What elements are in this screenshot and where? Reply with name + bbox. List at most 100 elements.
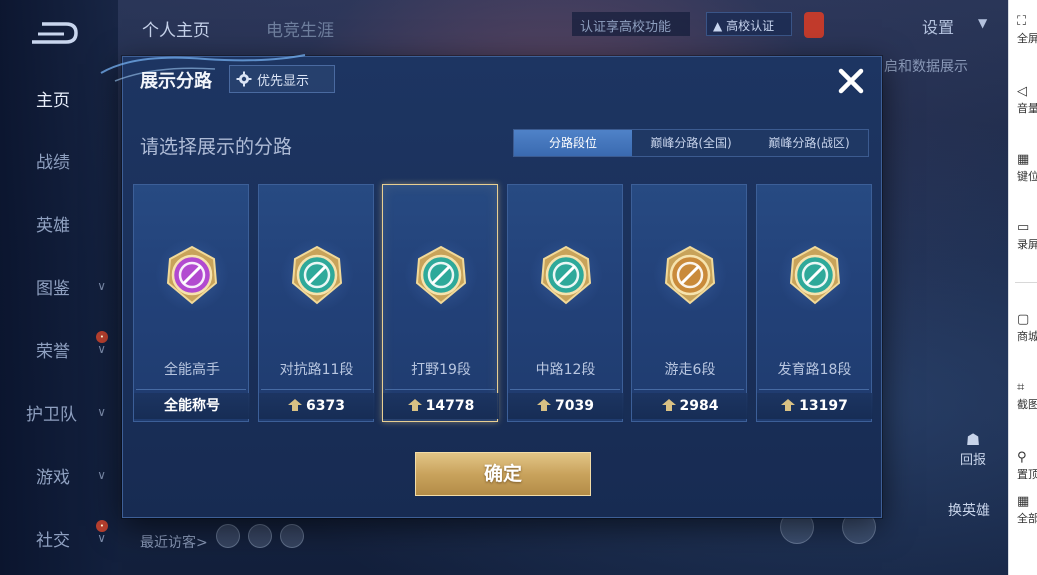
nav-item-heroes[interactable]: 英雄 xyxy=(0,203,118,243)
nav-label: 护卫队 xyxy=(26,404,77,425)
nav-label: 主页 xyxy=(36,90,70,111)
lane-name: 发育路18段 xyxy=(777,362,852,378)
lane-card-list: 全能高手 全能称号 对抗路11段 6373 打野19段 14778 中路12段 7039 游走6… xyxy=(133,184,873,422)
report-button[interactable]: ☗ 回报 xyxy=(958,430,988,470)
fullscreen-icon: ⛶ xyxy=(1017,14,1027,29)
lane-name: 游走6段 xyxy=(664,362,716,378)
sidebar-item-record[interactable]: ▭ 录屏 xyxy=(1017,220,1037,252)
sidebar-item-fullscreen[interactable]: ⛶ 全屏 xyxy=(1017,14,1037,46)
nav-label: 游戏 xyxy=(36,467,70,488)
campus-badge-label: 高校认证 xyxy=(726,19,775,33)
lane-points: 14778 xyxy=(383,393,499,419)
confirm-button[interactable]: 确定 xyxy=(415,452,591,496)
priority-display-label: 优先显示 xyxy=(257,73,310,89)
report-icon: ☗ xyxy=(965,430,981,449)
chevron-down-icon: ∨ xyxy=(97,531,106,545)
sidebar-label: 置顶 xyxy=(1017,468,1037,481)
new-badge: • xyxy=(96,520,108,532)
card-divider xyxy=(136,389,246,390)
lane-display-dialog: 展示分路 优先显示 请选择展示的分路 分路段位 巅峰分路(全国) 巅峰分路(战区… xyxy=(100,54,882,518)
all-round-emblem-icon xyxy=(166,245,218,305)
lane-type-segmented-control: 分路段位 巅峰分路(全国) 巅峰分路(战区) xyxy=(513,129,869,157)
tab-peak-lane-national[interactable]: 巅峰分路(全国) xyxy=(632,130,750,156)
points-value: 7039 xyxy=(555,398,594,414)
lane-card[interactable]: 全能高手 全能称号 xyxy=(133,184,250,422)
background-hint: 启和数据展示 xyxy=(884,59,968,75)
top-bar: 个人主页 电竞生涯 xyxy=(118,0,1008,52)
points-value: 2984 xyxy=(679,398,719,414)
keyboard-icon: ▦ xyxy=(1017,152,1030,167)
campus-icon: ▲ xyxy=(713,19,723,33)
sidebar-label: 截图 xyxy=(1017,398,1037,411)
visitor-avatar[interactable] xyxy=(248,524,272,548)
sidebar-item-screenshot[interactable]: ⌗ 截图 xyxy=(1017,380,1037,412)
campus-verify-button[interactable]: ▲ 高校认证 xyxy=(706,12,792,36)
sidebar-item-store[interactable]: ▢ 商城 xyxy=(1017,312,1037,344)
mid-lane-emblem-icon xyxy=(540,245,591,305)
dialog-title: 展示分路 xyxy=(140,71,212,92)
lane-card[interactable]: 发育路18段 13197 xyxy=(755,184,873,422)
nav-item-codex[interactable]: 图鉴 ∨ xyxy=(0,266,118,306)
volume-icon: ◁ xyxy=(1017,84,1027,99)
jungle-emblem-icon xyxy=(415,245,467,305)
new-badge: • xyxy=(96,331,108,343)
nav-item-record[interactable]: 战绩 xyxy=(0,140,118,180)
lane-card[interactable]: 打野19段 14778 xyxy=(382,184,499,422)
sidebar-label: 录屏 xyxy=(1017,238,1037,251)
sidebar-label: 全屏 xyxy=(1017,32,1037,45)
rank-arrow-icon xyxy=(288,399,303,411)
settings-button[interactable]: 设置 xyxy=(922,14,954,38)
recent-visitors[interactable]: 最近访客> xyxy=(140,532,208,552)
sidebar-label: 全部 xyxy=(1017,512,1037,525)
nav-label: 社交 xyxy=(36,530,70,551)
sidebar-divider xyxy=(1015,282,1037,283)
priority-display-button[interactable]: 优先显示 xyxy=(229,65,335,93)
card-divider xyxy=(260,389,371,390)
rank-arrow-icon xyxy=(537,399,552,411)
dialog-subtitle: 请选择展示的分路 xyxy=(140,136,293,158)
nav-item-games[interactable]: 游戏 ∨ xyxy=(0,455,118,495)
lane-card[interactable]: 中路12段 7039 xyxy=(506,184,624,422)
sidebar-item-pin[interactable]: ⚲ 置顶 xyxy=(1017,450,1037,482)
lane-name: 全能高手 xyxy=(164,362,220,378)
tab-lane-rank[interactable]: 分路段位 xyxy=(514,130,632,156)
all-apps-icon: ▦ xyxy=(1017,494,1030,509)
lane-points: 6373 xyxy=(258,393,375,419)
chevron-down-icon: ∨ xyxy=(97,405,106,419)
visitor-avatar[interactable] xyxy=(216,524,240,548)
gear-icon xyxy=(236,71,252,87)
game-logo-icon xyxy=(32,22,78,44)
lane-card[interactable]: 对抗路11段 6373 xyxy=(257,184,375,422)
lane-name: 中路12段 xyxy=(535,362,596,378)
sidebar-item-keymap[interactable]: ▦ 键位 xyxy=(1017,152,1037,184)
tab-profile[interactable]: 个人主页 xyxy=(142,16,210,41)
sidebar-item-volume[interactable]: ◁ 音量 xyxy=(1017,84,1037,116)
screenshot-icon: ⌗ xyxy=(1017,380,1025,395)
clash-lane-emblem-icon xyxy=(291,245,342,305)
visitor-avatar[interactable] xyxy=(280,524,304,548)
nav-item-honor[interactable]: 荣誉 ∨ • xyxy=(0,329,118,369)
card-divider xyxy=(634,389,744,390)
nav-item-guard[interactable]: 护卫队 ∨ xyxy=(0,392,118,432)
store-icon: ▢ xyxy=(1017,312,1030,327)
lane-card[interactable]: 游走6段 2984 xyxy=(631,184,748,422)
record-icon: ▭ xyxy=(1017,220,1030,235)
close-icon[interactable] xyxy=(835,65,867,97)
nav-item-social[interactable]: 社交 ∨ • xyxy=(0,518,118,558)
swap-hero-button[interactable]: 换英雄 xyxy=(948,500,990,520)
campus-verify-hint[interactable]: 认证享高校功能 xyxy=(572,12,690,36)
rank-arrow-icon xyxy=(407,399,422,411)
chevron-down-icon: ∨ xyxy=(97,279,106,293)
tab-esports[interactable]: 电竞生涯 xyxy=(266,16,334,41)
chevron-down-icon[interactable]: ▼ xyxy=(978,16,987,30)
sidebar-item-all[interactable]: ▦ 全部 xyxy=(1017,494,1037,526)
points-value: 全能称号 xyxy=(164,398,220,414)
tab-peak-lane-region[interactable]: 巅峰分路(战区) xyxy=(750,130,868,156)
vip-badge[interactable] xyxy=(804,12,824,38)
card-divider xyxy=(509,389,620,390)
lane-name: 对抗路11段 xyxy=(279,362,354,378)
sidebar-label: 音量 xyxy=(1017,102,1037,115)
points-value: 14778 xyxy=(425,398,475,414)
nav-label: 图鉴 xyxy=(36,278,70,299)
game-window: 主页 战绩 英雄 图鉴 ∨ 荣誉 ∨ • 护卫队 ∨ 游戏 ∨ 社交 ∨ • 个人主页 电竞生… xyxy=(0,0,1037,575)
